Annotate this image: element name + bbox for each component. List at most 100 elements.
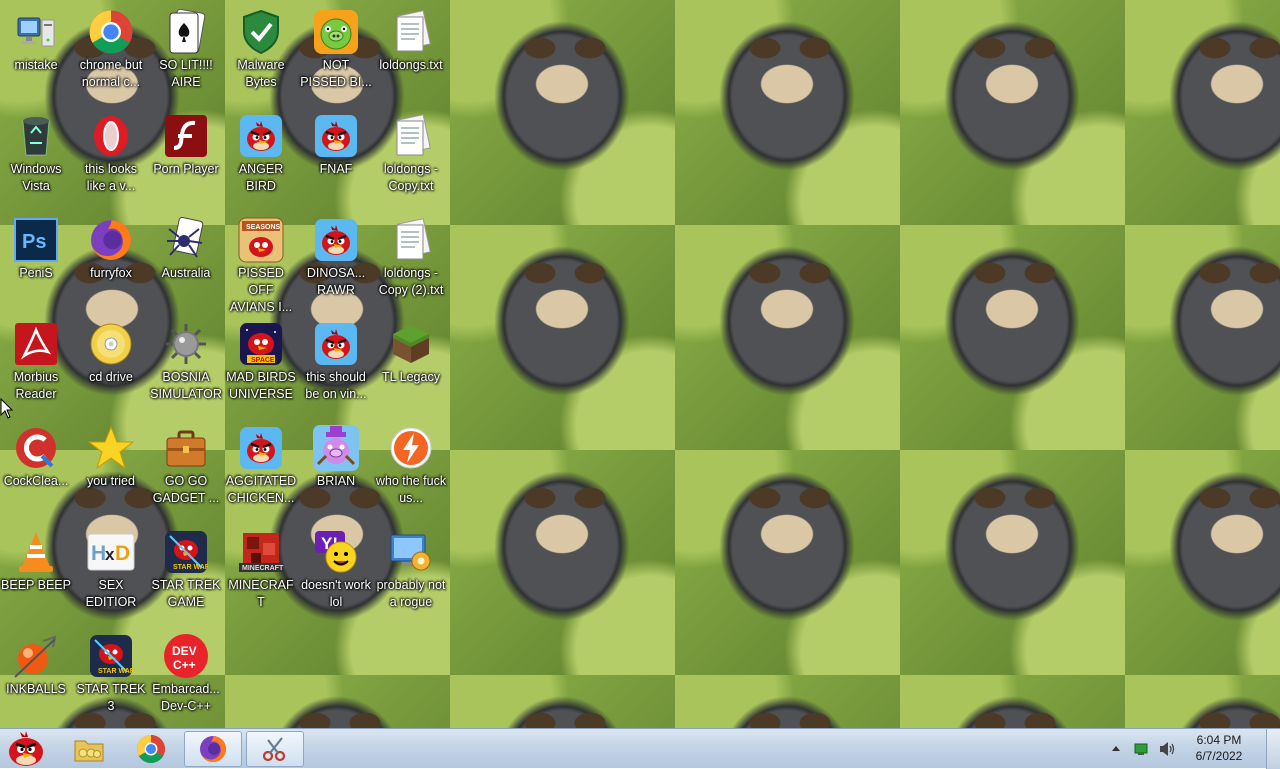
angry-birds-star-wars-icon: STAR WARS (87, 632, 135, 680)
firefox-icon (87, 216, 135, 264)
desktop-icon[interactable]: Y! doesn't work lol (299, 524, 373, 611)
desktop-icon-label: mistake (14, 58, 58, 72)
taskbar-snipping-tool-button[interactable] (246, 731, 304, 767)
desktop-icon[interactable]: CockClea... (0, 420, 73, 490)
desktop-icon-label: probably not a rogue (376, 578, 446, 609)
grass-block-icon (387, 320, 435, 368)
taskbar: 6:04 PM 6/7/2022 (0, 728, 1280, 769)
desktop-icon-label: TL Legacy (382, 370, 440, 384)
chrome-icon (137, 735, 165, 763)
desktop-icon-label: loldongs.txt (379, 58, 443, 72)
desktop-icon[interactable]: chrome but normal c... (74, 4, 148, 91)
desktop-icon[interactable]: mistake (0, 4, 73, 74)
desktop-icon-label: you tried (87, 474, 135, 488)
show-hidden-icons-icon[interactable] (1111, 744, 1121, 752)
desktop-icon[interactable]: you tried (74, 420, 148, 490)
desktop-icon-label: Malware Bytes (237, 58, 285, 89)
star-icon (87, 424, 135, 472)
desktop-icon-label: this should be on vin... (305, 370, 367, 401)
system-tray: 6:04 PM 6/7/2022 (1110, 729, 1280, 769)
desktop-icon-label: Australia (161, 266, 211, 280)
desktop-icon[interactable]: cd drive (74, 316, 148, 386)
control-panel-icon (387, 528, 435, 576)
svg-text:SEASONS: SEASONS (246, 224, 281, 231)
recycle-bin-icon (12, 112, 60, 160)
spider-solitaire-icon (162, 216, 210, 264)
desktop-icon[interactable]: MINECRAFT MINECRAFT (224, 524, 298, 611)
desktop-icon-label: CockClea... (3, 474, 69, 488)
desktop-icon-label: DINOSA... RAWR (306, 266, 366, 297)
clock-date: 6/7/2022 (1195, 749, 1243, 763)
volume-icon[interactable] (1158, 741, 1176, 757)
desktop-icon[interactable]: Porn Player (149, 108, 223, 178)
desktop-icon[interactable]: probably not a rogue (374, 524, 448, 611)
desktop-icon[interactable]: loldongs - Copy (2).txt (374, 212, 448, 299)
desktop-icon[interactable]: NOT PISSED BI... (299, 4, 373, 91)
clock-time: 6:04 PM (1196, 733, 1242, 747)
desktop-icon-label: PeniS (19, 266, 53, 280)
angry-bird-icon (312, 112, 360, 160)
angry-birds-star-wars-icon: STAR WARS (162, 528, 210, 576)
briefcase-icon (162, 424, 210, 472)
desktop-icon-label: chrome but normal c... (79, 58, 143, 89)
desktop-icon[interactable]: Hx D SEX EDITIOR (74, 524, 148, 611)
show-desktop-button[interactable] (1266, 729, 1280, 769)
desktop-icon[interactable]: loldongs.txt (374, 4, 448, 74)
ccleaner-icon (12, 424, 60, 472)
desktop-icon[interactable]: Australia (149, 212, 223, 282)
computer-icon (12, 8, 60, 56)
folder-icon (74, 740, 104, 762)
firefox-icon (200, 736, 226, 762)
desktop-icon[interactable]: Ps PeniS (0, 212, 73, 282)
desktop-icon[interactable]: GO GO GADGET ... (149, 420, 223, 507)
desktop-icon[interactable]: ANGER BIRD (224, 108, 298, 195)
text-file-icon (387, 112, 435, 160)
desktop-icon[interactable]: BOSNIA SIMULATOR (149, 316, 223, 403)
desktop-icon[interactable]: BEEP BEEP (0, 524, 73, 594)
clock[interactable]: 6:04 PM 6/7/2022 (1184, 732, 1254, 764)
desktop-icon-label: SO LIT!!!! AIRE (159, 58, 213, 89)
angry-bird-icon (237, 424, 285, 472)
desktop-icon[interactable]: SEASONS PISSED OFF AVIANS I... (224, 212, 298, 316)
desktop-icon[interactable]: FNAF (299, 108, 373, 178)
taskbar-chrome-button[interactable] (122, 731, 180, 767)
hxd-icon: HxD (87, 528, 135, 576)
svg-text:Ps: Ps (22, 231, 46, 253)
desktop-icon[interactable]: STAR WARS STAR TREK GAME (149, 524, 223, 611)
start-button[interactable] (4, 729, 48, 769)
angry-bird-icon (312, 216, 360, 264)
network-icon[interactable] (1134, 742, 1148, 756)
desktop-icon[interactable]: SPACE MAD BIRDS UNIVERSE (224, 316, 298, 403)
desktop-icon-label: MINECRAFT (228, 578, 294, 609)
desktop-icon[interactable]: this looks like a v... (74, 108, 148, 195)
desktop-icon-label: INKBALLS (6, 682, 66, 696)
desktop-icon[interactable]: DEV C++ Embarcad... Dev-C++ (149, 628, 223, 715)
desktop-icon-label: doesn't work lol (301, 578, 371, 609)
desktop-icon[interactable]: furryfox (74, 212, 148, 282)
desktop-icon-label: this looks like a v... (84, 162, 138, 193)
desktop-icon[interactable]: BRIAN (299, 420, 373, 490)
desktop-icon[interactable]: Malware Bytes (224, 4, 298, 91)
desktop-icon-label: AGGITATED CHICKEN... (225, 474, 297, 505)
taskbar-firefox-button[interactable] (184, 731, 242, 767)
angry-bird-icon (9, 731, 43, 766)
angry-birds-space-icon: SPACE (237, 320, 285, 368)
desktop-icon[interactable]: INKBALLS (0, 628, 73, 698)
desktop-icon[interactable]: SO LIT!!!! AIRE (149, 4, 223, 91)
desktop-icon[interactable]: DINOSA... RAWR (299, 212, 373, 299)
desktop-icon[interactable]: Windows Vista (0, 108, 73, 195)
desktop-icon[interactable]: this should be on vin... (299, 316, 373, 403)
desktop-icon[interactable]: loldongs - Copy.txt (374, 108, 448, 195)
cd-icon (87, 320, 135, 368)
taskbar-explorer-button[interactable] (60, 731, 118, 767)
desktop-icon[interactable]: STAR WARS STAR TREK 3 (74, 628, 148, 715)
angry-bird-icon (237, 112, 285, 160)
svg-text:C++: C++ (173, 658, 196, 672)
desktop-icon[interactable]: who the fuck us... (374, 420, 448, 507)
desktop-icon[interactable]: TL Legacy (374, 316, 448, 386)
desktop-icon[interactable]: Morbius Reader (0, 316, 73, 403)
photoshop-icon: Ps (12, 216, 60, 264)
desktop-icon-label: who the fuck us... (375, 474, 447, 505)
desktop-icon[interactable]: AGGITATED CHICKEN... (224, 420, 298, 507)
svg-text:D: D (115, 542, 130, 565)
